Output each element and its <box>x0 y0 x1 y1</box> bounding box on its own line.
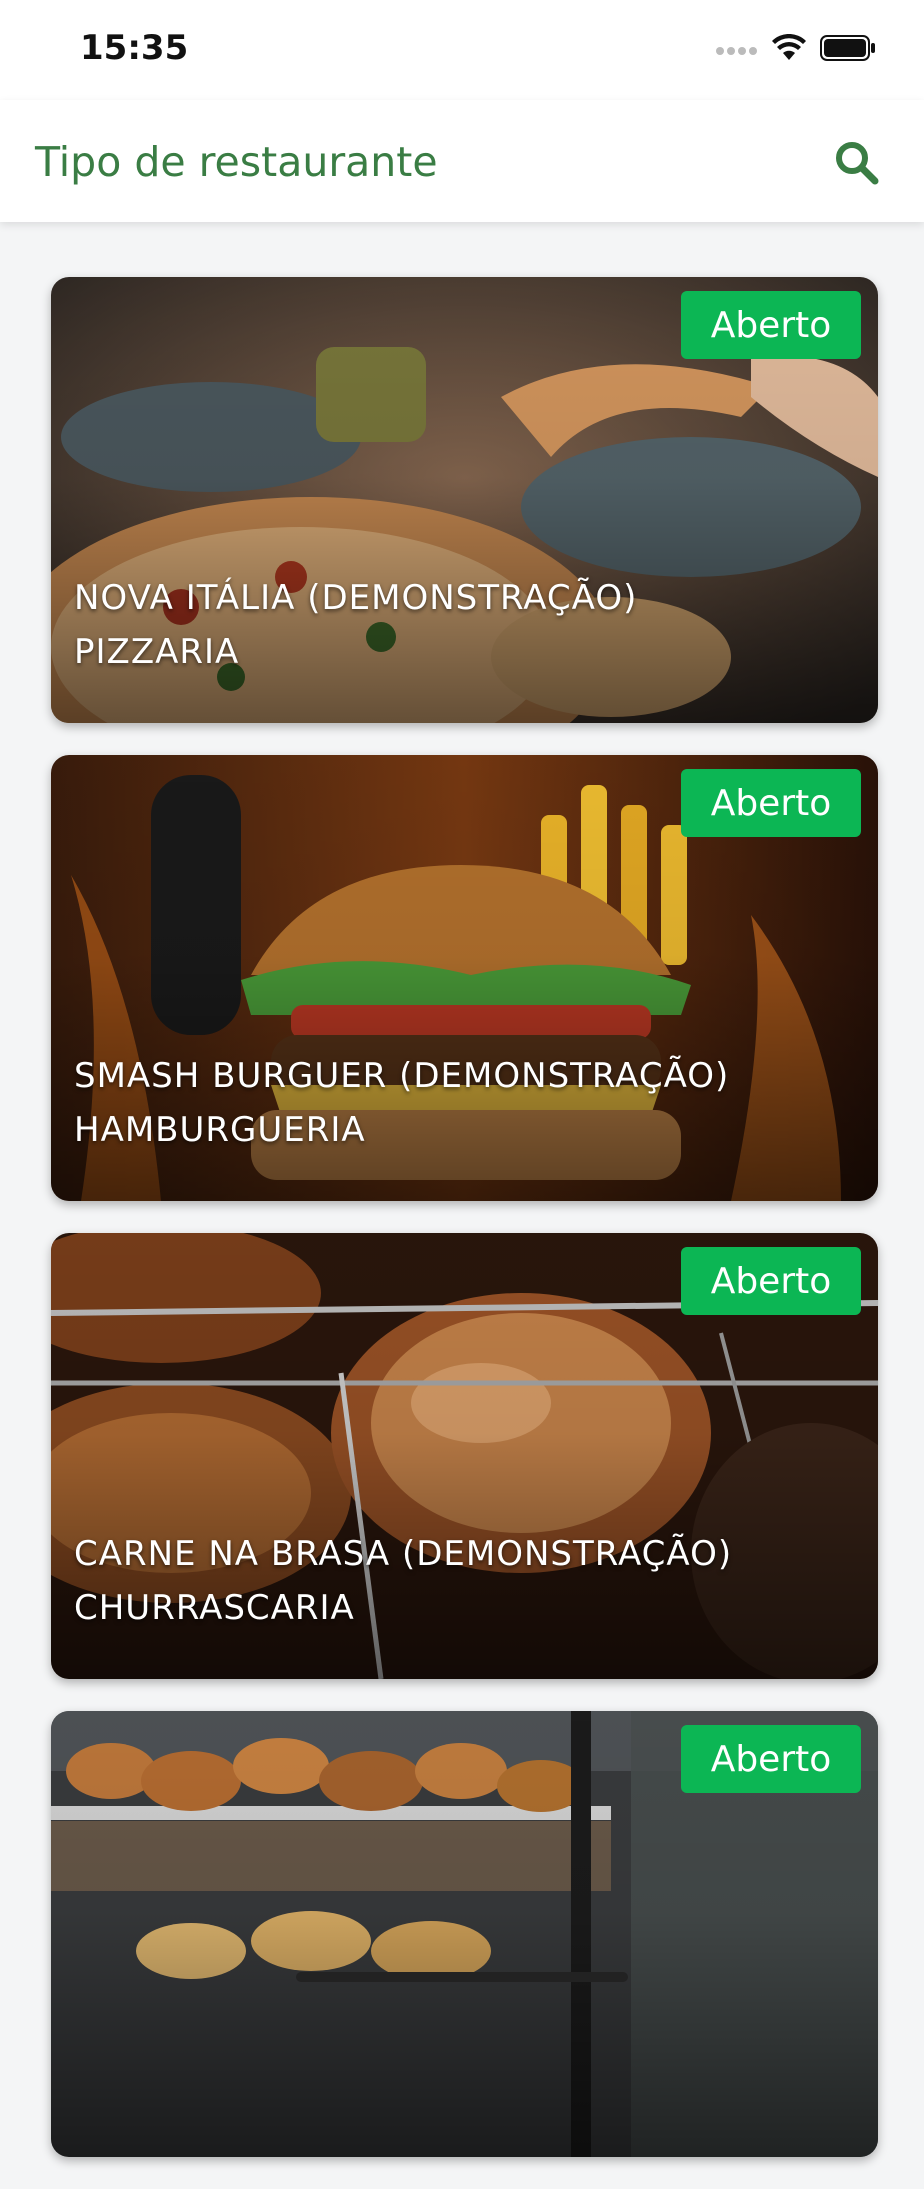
restaurant-list: Aberto NOVA ITÁLIA (DEMONSTRAÇÃO) PIZZAR… <box>51 277 878 2189</box>
status-time: 15:35 <box>80 28 189 68</box>
restaurant-info: CARNE NA BRASA (DEMONSTRAÇÃO) CHURRASCAR… <box>74 1527 864 1635</box>
status-badge: Aberto <box>681 769 861 837</box>
restaurant-info: SMASH BURGUER (DEMONSTRAÇÃO) HAMBURGUERI… <box>74 1049 864 1157</box>
signal-dots-icon <box>716 41 758 60</box>
restaurant-category: CHURRASCARIA <box>74 1588 355 1628</box>
restaurant-card-churrascaria[interactable]: Aberto CARNE NA BRASA (DEMONSTRAÇÃO) CHU… <box>51 1233 878 1679</box>
restaurant-name: CARNE NA BRASA (DEMONSTRAÇÃO) <box>74 1534 733 1574</box>
restaurant-category: HAMBURGUERIA <box>74 1110 366 1150</box>
search-button[interactable] <box>832 140 880 188</box>
status-badge: Aberto <box>681 1247 861 1315</box>
status-badge: Aberto <box>681 1725 861 1793</box>
status-badge: Aberto <box>681 291 861 359</box>
wifi-icon <box>772 33 806 66</box>
restaurant-card-hamburgueria[interactable]: Aberto SMASH BURGUER (DEMONSTRAÇÃO) HAMB… <box>51 755 878 1201</box>
restaurant-card-padaria[interactable]: Aberto <box>51 1711 878 2157</box>
restaurant-category: PIZZARIA <box>74 632 240 672</box>
status-bar: 15:35 <box>0 0 924 100</box>
restaurant-name: NOVA ITÁLIA (DEMONSTRAÇÃO) <box>74 578 638 618</box>
app-bar: Tipo de restaurante <box>0 100 924 222</box>
restaurant-info: NOVA ITÁLIA (DEMONSTRAÇÃO) PIZZARIA <box>74 571 864 679</box>
home-indicator <box>296 1972 628 1982</box>
search-icon <box>833 139 879 189</box>
restaurant-card-pizzaria[interactable]: Aberto NOVA ITÁLIA (DEMONSTRAÇÃO) PIZZAR… <box>51 277 878 723</box>
status-icons <box>716 33 876 66</box>
page-title: Tipo de restaurante <box>35 138 438 186</box>
restaurant-name: SMASH BURGUER (DEMONSTRAÇÃO) <box>74 1056 730 1096</box>
battery-icon <box>820 34 876 66</box>
